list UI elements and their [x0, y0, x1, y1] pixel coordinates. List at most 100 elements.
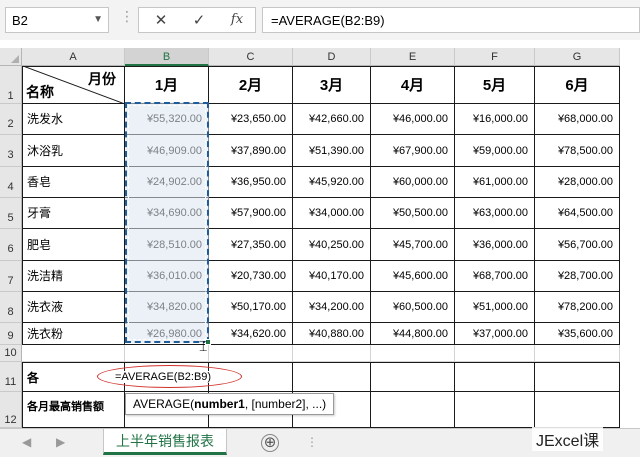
product-name-cell[interactable]: 香皂 [22, 167, 125, 198]
sales-value-cell[interactable]: ¥56,700.00 [535, 229, 620, 261]
sales-value-cell[interactable]: ¥40,170.00 [293, 261, 371, 292]
cell-f12[interactable] [455, 392, 535, 428]
sales-value-cell[interactable]: ¥51,000.00 [455, 292, 535, 323]
sheet-tab-active[interactable]: 上半年销售报表 [103, 429, 227, 455]
row-header-7[interactable]: 7 [0, 261, 22, 292]
row-header-10[interactable]: 10 [0, 345, 22, 362]
column-header-d[interactable]: D [293, 48, 371, 66]
formula-input[interactable]: =AVERAGE(B2:B9) [262, 7, 640, 33]
sales-value-cell[interactable]: ¥57,900.00 [209, 198, 293, 229]
sales-value-cell[interactable]: ¥78,200.00 [535, 292, 620, 323]
row-header-4[interactable]: 4 [0, 167, 22, 198]
column-header-c[interactable]: C [209, 48, 293, 66]
sales-value-cell[interactable]: ¥63,000.00 [455, 198, 535, 229]
column-header-e[interactable]: E [371, 48, 455, 66]
cell-e12[interactable] [371, 392, 455, 428]
cell-e11[interactable] [371, 362, 455, 392]
sales-value-cell[interactable]: ¥44,800.00 [371, 323, 455, 345]
sales-value-cell[interactable]: ¥46,000.00 [371, 104, 455, 135]
row-header-9[interactable]: 9 [0, 323, 22, 345]
sales-value-cell[interactable]: ¥28,700.00 [535, 261, 620, 292]
column-header-g[interactable]: G [535, 48, 620, 66]
sales-value-cell[interactable]: ¥59,000.00 [455, 135, 535, 167]
tooltip-function-name[interactable]: AVERAGE( [133, 397, 194, 411]
column-header-a[interactable]: A [22, 48, 125, 66]
product-name-cell[interactable]: 沐浴乳 [22, 135, 125, 167]
cell-f10[interactable] [455, 345, 535, 362]
sales-value-cell[interactable]: ¥60,000.00 [371, 167, 455, 198]
sales-value-cell[interactable]: ¥42,660.00 [293, 104, 371, 135]
month-header[interactable]: 2月 [209, 66, 293, 104]
month-header[interactable]: 4月 [371, 66, 455, 104]
sales-value-cell[interactable]: ¥40,250.00 [293, 229, 371, 261]
cell-a10[interactable] [22, 345, 125, 362]
product-name-cell[interactable]: 洗衣液 [22, 292, 125, 323]
add-sheet-icon[interactable]: ⊕ [261, 434, 279, 452]
sales-value-cell[interactable]: ¥36,950.00 [209, 167, 293, 198]
product-name-cell[interactable]: 肥皂 [22, 229, 125, 261]
sales-value-cell[interactable]: ¥50,500.00 [371, 198, 455, 229]
sales-value-cell[interactable]: ¥16,000.00 [455, 104, 535, 135]
cell-b10[interactable] [125, 345, 209, 362]
sales-value-cell[interactable]: ¥68,700.00 [455, 261, 535, 292]
sales-value-cell[interactable]: ¥35,600.00 [535, 323, 620, 345]
enter-icon[interactable]: ✓ [187, 11, 211, 31]
sales-value-cell[interactable]: ¥34,000.00 [293, 198, 371, 229]
sales-value-cell[interactable]: ¥37,000.00 [455, 323, 535, 345]
sales-value-cell[interactable]: ¥20,730.00 [209, 261, 293, 292]
sales-value-cell[interactable]: ¥45,600.00 [371, 261, 455, 292]
sales-value-cell[interactable]: ¥45,920.00 [293, 167, 371, 198]
sales-value-cell[interactable]: ¥61,000.00 [455, 167, 535, 198]
sales-value-cell[interactable]: ¥68,000.00 [535, 104, 620, 135]
month-header[interactable]: 3月 [293, 66, 371, 104]
sales-value-cell[interactable]: ¥78,500.00 [535, 135, 620, 167]
insert-function-icon[interactable]: fx [225, 12, 249, 32]
select-all-corner[interactable] [0, 48, 22, 66]
scroll-right-icon[interactable]: ▶ [56, 435, 65, 449]
cell-e10[interactable] [371, 345, 455, 362]
cell-f11[interactable] [455, 362, 535, 392]
row-header-3[interactable]: 3 [0, 135, 22, 167]
product-name-cell[interactable]: 洗洁精 [22, 261, 125, 292]
row-header-6[interactable]: 6 [0, 229, 22, 261]
column-header-f[interactable]: F [455, 48, 535, 66]
sales-value-cell[interactable]: ¥64,500.00 [535, 198, 620, 229]
sales-value-cell[interactable]: ¥50,170.00 [209, 292, 293, 323]
cell-g11[interactable] [535, 362, 620, 392]
cell-g10[interactable] [535, 345, 620, 362]
sales-value-cell[interactable]: ¥37,890.00 [209, 135, 293, 167]
sales-value-cell[interactable]: ¥34,200.00 [293, 292, 371, 323]
month-header[interactable]: 6月 [535, 66, 620, 104]
cell-c10[interactable] [209, 345, 293, 362]
sales-value-cell[interactable]: ¥45,700.00 [371, 229, 455, 261]
sales-value-cell[interactable]: ¥34,620.00 [209, 323, 293, 345]
cancel-icon[interactable]: ✕ [149, 11, 173, 31]
scroll-left-icon[interactable]: ◀ [22, 435, 31, 449]
sales-value-cell[interactable]: ¥51,390.00 [293, 135, 371, 167]
sales-value-cell[interactable]: ¥28,000.00 [535, 167, 620, 198]
cell-d10[interactable] [293, 345, 371, 362]
product-name-cell[interactable]: 牙膏 [22, 198, 125, 229]
month-header[interactable]: 5月 [455, 66, 535, 104]
product-name-cell[interactable]: 洗发水 [22, 104, 125, 135]
row-header-5[interactable]: 5 [0, 198, 22, 229]
sales-value-cell[interactable]: ¥60,500.00 [371, 292, 455, 323]
sales-value-cell[interactable]: ¥36,000.00 [455, 229, 535, 261]
sales-value-cell[interactable]: ¥40,880.00 [293, 323, 371, 345]
row-header-11[interactable]: 11 [0, 362, 22, 392]
sales-value-cell[interactable]: ¥23,650.00 [209, 104, 293, 135]
tooltip-current-arg[interactable]: number1 [194, 397, 245, 411]
row-header-1[interactable]: 1 [0, 66, 22, 104]
cell-d11[interactable] [293, 362, 371, 392]
sales-value-cell[interactable]: ¥27,350.00 [209, 229, 293, 261]
month-header[interactable]: 1月 [125, 66, 209, 104]
row12-label[interactable]: 各月最高销售额 [22, 392, 125, 428]
sales-value-cell[interactable]: ¥67,900.00 [371, 135, 455, 167]
name-box[interactable]: B2 ▼ [5, 7, 109, 33]
row-header-12[interactable]: 12 [0, 392, 22, 428]
cell-g12[interactable] [535, 392, 620, 428]
header-diagonal-cell[interactable]: 月份 名称 [22, 66, 125, 104]
product-name-cell[interactable]: 洗衣粉 [22, 323, 125, 345]
chevron-down-icon[interactable]: ▼ [93, 14, 103, 25]
column-header-b[interactable]: B [125, 48, 209, 66]
